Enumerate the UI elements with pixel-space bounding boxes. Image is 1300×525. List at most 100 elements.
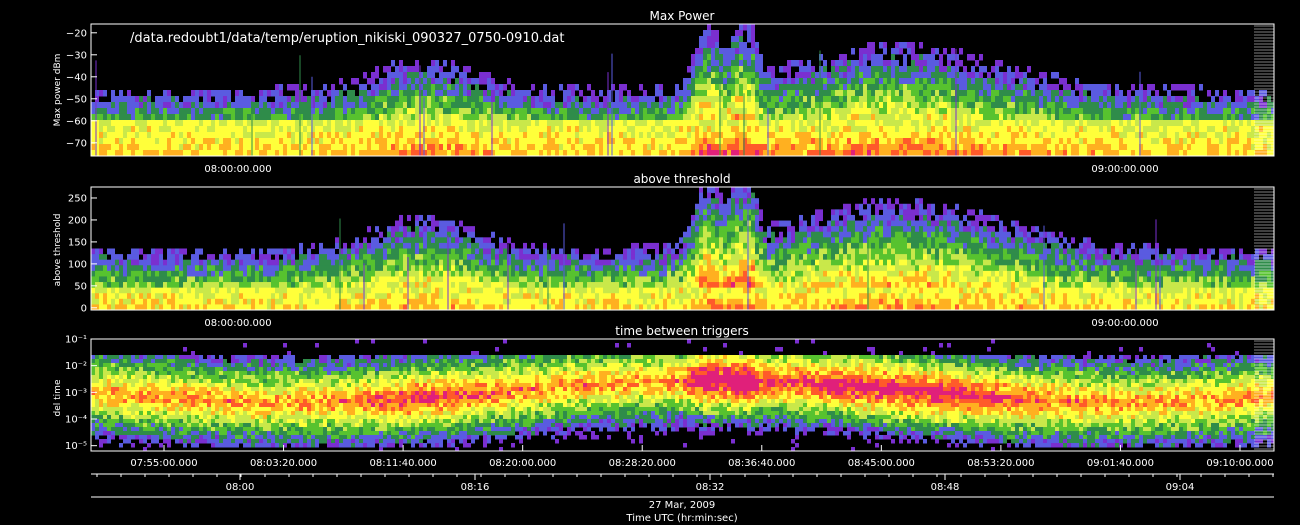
heat-cell [175, 120, 179, 127]
heat-cell [1015, 144, 1019, 151]
heat-cell [799, 108, 803, 115]
heat-cell [179, 293, 183, 300]
heat-cell [491, 78, 495, 85]
heat-cell [551, 120, 555, 127]
heat-cell [967, 72, 971, 79]
heat-cell [1099, 114, 1103, 121]
heat-cell [1059, 138, 1063, 145]
heat-cell [1183, 114, 1187, 121]
heat-cell [1015, 96, 1019, 103]
heat-cell [1207, 144, 1211, 151]
heat-cell [947, 72, 951, 79]
heat-cell [651, 120, 655, 127]
heat-cell [551, 144, 555, 151]
heat-cell [343, 287, 347, 294]
heat-cell [395, 276, 399, 283]
heat-cell [907, 114, 911, 121]
heat-cell [155, 108, 159, 115]
heat-cell [763, 120, 767, 127]
heat-cell [603, 132, 607, 139]
heat-cell [1191, 84, 1195, 91]
heat-cell [543, 84, 547, 91]
heat-cell [151, 248, 155, 255]
heat-cell [979, 96, 983, 103]
heat-cell [219, 132, 223, 139]
heat-cell [851, 72, 855, 79]
heat-cell [403, 237, 407, 244]
heat-cell [919, 90, 923, 97]
heat-cell [367, 226, 371, 233]
heat-cell [159, 270, 163, 277]
heat-cell [103, 276, 107, 283]
heat-cell [387, 237, 391, 244]
heat-cell [1187, 138, 1191, 145]
heat-cell [807, 126, 811, 133]
heat-cell [431, 114, 435, 121]
heat-cell [923, 66, 927, 73]
heat-cell [279, 114, 283, 121]
heat-cell [239, 282, 243, 289]
heat-cell [463, 126, 467, 133]
heat-cell [1035, 108, 1039, 115]
heat-cell [823, 108, 827, 115]
heat-cell [427, 214, 431, 222]
heat-cell [331, 282, 335, 289]
heat-cell [239, 270, 243, 277]
heat-cell [207, 132, 211, 139]
heat-cell [271, 282, 275, 289]
heat-cell [291, 293, 295, 300]
heat-cell [347, 254, 351, 261]
heat-cell [647, 138, 651, 145]
heat-cell [1055, 72, 1059, 79]
heat-cell [871, 138, 875, 145]
heat-cell [451, 265, 455, 272]
heat-cell [1115, 126, 1119, 133]
heat-cell [931, 60, 935, 67]
heat-cell [387, 96, 391, 103]
heat-cell [827, 108, 831, 115]
heat-cell [919, 108, 923, 115]
heat-cell [663, 102, 667, 109]
heat-cell [431, 214, 435, 222]
file-path-label: /data.redoubt1/data/temp/eruption_nikisk… [130, 31, 564, 46]
heat-cell [371, 265, 375, 272]
heat-cell [847, 96, 851, 103]
heat-cell [1007, 78, 1011, 85]
heat-cell [179, 254, 183, 261]
heat-cell [1151, 84, 1155, 91]
heat-cell [287, 293, 291, 300]
heat-cell [331, 90, 335, 97]
heat-cell [271, 102, 275, 109]
heat-cell [899, 126, 903, 133]
heat-cell [1239, 102, 1243, 109]
heat-cell [903, 120, 907, 127]
heat-cell [455, 120, 459, 127]
heat-cell [427, 287, 431, 294]
heat-cell [299, 298, 303, 305]
heat-cell [583, 114, 587, 121]
heat-cell [1023, 84, 1027, 91]
heat-cell [911, 138, 915, 145]
heat-cell [943, 84, 947, 91]
heat-cell [659, 102, 663, 109]
heat-cell [399, 259, 403, 266]
heat-cell [235, 293, 239, 300]
heat-cell [511, 96, 515, 103]
heat-cell [443, 120, 447, 127]
heat-cell [651, 102, 655, 109]
heat-cell [551, 102, 555, 109]
heat-cell [267, 102, 271, 109]
heat-cell [947, 114, 951, 121]
x-tick-label: 09:00:00.000 [1091, 164, 1158, 175]
heat-cell [1035, 138, 1039, 145]
heat-cell [579, 138, 583, 145]
heat-cell [631, 114, 635, 121]
heat-cell [319, 259, 323, 266]
heat-cell [387, 248, 391, 255]
heat-cell [1215, 132, 1219, 139]
heat-cell [739, 108, 743, 115]
heat-cell [815, 102, 819, 109]
heat-cell [583, 138, 587, 145]
heat-cell [883, 66, 887, 73]
heat-cell [447, 138, 451, 145]
